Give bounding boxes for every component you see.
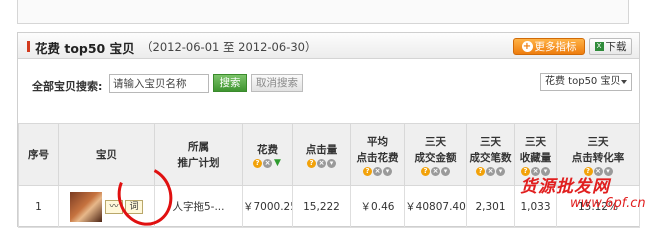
download-button[interactable]: X 下载: [589, 38, 632, 55]
excel-icon: X: [594, 42, 604, 51]
sort-icon[interactable]: ▾: [441, 166, 450, 176]
col-avg-line2: 点击花费: [356, 151, 399, 164]
col-cost[interactable]: 花费? × ▼: [242, 123, 293, 186]
col-conv-line1: 三天: [587, 135, 609, 148]
col-amount[interactable]: 三天成交金额? × ▾: [404, 123, 467, 186]
cell-index: 1: [18, 185, 59, 228]
watermark-logo: 货源批发网: [520, 177, 610, 197]
watermark-url: www.6pf.cn: [570, 196, 645, 211]
top-strip: [0, 0, 645, 28]
panel-header: 花费 top50 宝贝 （2012-06-01 至 2012-06-30） + …: [18, 33, 639, 59]
help-icon[interactable]: ?: [476, 166, 485, 176]
col-amount-line2: 成交金额: [414, 151, 457, 164]
col-avg-cost[interactable]: 平均点击花费? × ▾: [350, 123, 405, 186]
sort-icon[interactable]: ▾: [383, 166, 392, 176]
date-range: （2012-06-01 至 2012-06-30）: [141, 40, 317, 54]
col-clicks[interactable]: 点击量? × ▾: [292, 123, 351, 186]
ranking-select-value: 花费 top50 宝贝: [545, 76, 621, 87]
search-input[interactable]: [109, 74, 209, 93]
item-thumbnail[interactable]: [70, 191, 102, 222]
cell-cost: ￥7000.25: [242, 185, 293, 228]
help-icon[interactable]: ?: [421, 166, 430, 176]
col-plan: 所属 推广计划: [154, 123, 243, 186]
sort-icon[interactable]: ▾: [496, 166, 505, 176]
previous-panel-bottom: [17, 0, 629, 24]
col-avg-line1: 平均: [367, 135, 388, 148]
chevron-down-icon: [621, 80, 627, 84]
col-plan-line2: 推广计划: [177, 156, 220, 169]
search-button[interactable]: 搜索: [213, 74, 247, 92]
col-clicks-label: 点击量: [305, 143, 338, 156]
col-cost-label: 花费: [257, 143, 278, 156]
help-icon[interactable]: ?: [307, 158, 316, 168]
col-conv-line2: 点击转化率: [571, 151, 625, 164]
panel-title: 花费 top50 宝贝: [35, 41, 135, 56]
help-icon[interactable]: ?: [363, 166, 372, 176]
more-metrics-label: 更多指标: [534, 41, 577, 53]
sort-down-icon[interactable]: ▼: [273, 158, 282, 168]
col-fav-line2: 收藏量: [519, 151, 552, 164]
sort-x-icon[interactable]: ×: [431, 166, 440, 176]
sort-x-icon[interactable]: ×: [263, 158, 272, 168]
more-metrics-button[interactable]: + 更多指标: [513, 38, 585, 55]
sort-x-icon[interactable]: ×: [373, 166, 382, 176]
col-index: 序号: [18, 123, 59, 186]
col-amount-line1: 三天: [425, 135, 446, 148]
col-fav-line1: 三天: [525, 135, 546, 148]
cancel-search-button[interactable]: 取消搜索: [251, 74, 303, 92]
cell-clicks: 15,222: [292, 185, 351, 228]
spend-top50-panel: 花费 top50 宝贝 （2012-06-01 至 2012-06-30） + …: [17, 32, 640, 228]
col-orders-line2: 成交笔数: [469, 151, 512, 164]
cell-avg-cost: ￥0.46: [350, 185, 405, 228]
sort-x-icon[interactable]: ×: [486, 166, 495, 176]
help-icon[interactable]: ?: [253, 158, 262, 168]
sort-icon[interactable]: ▾: [327, 158, 336, 168]
search-label: 全部宝贝搜索:: [32, 80, 103, 93]
col-orders-line1: 三天: [480, 135, 501, 148]
sort-x-icon[interactable]: ×: [317, 158, 326, 168]
plus-icon: +: [521, 41, 533, 52]
ranking-select[interactable]: 花费 top50 宝贝: [540, 73, 632, 91]
cell-orders: 2,301: [466, 185, 515, 228]
download-label: 下载: [605, 41, 627, 53]
col-orders[interactable]: 三天成交笔数? × ▾: [466, 123, 515, 186]
title-marker: [27, 41, 30, 52]
cell-amount: ￥40807.40: [404, 185, 467, 228]
col-plan-line1: 所属: [188, 140, 209, 153]
